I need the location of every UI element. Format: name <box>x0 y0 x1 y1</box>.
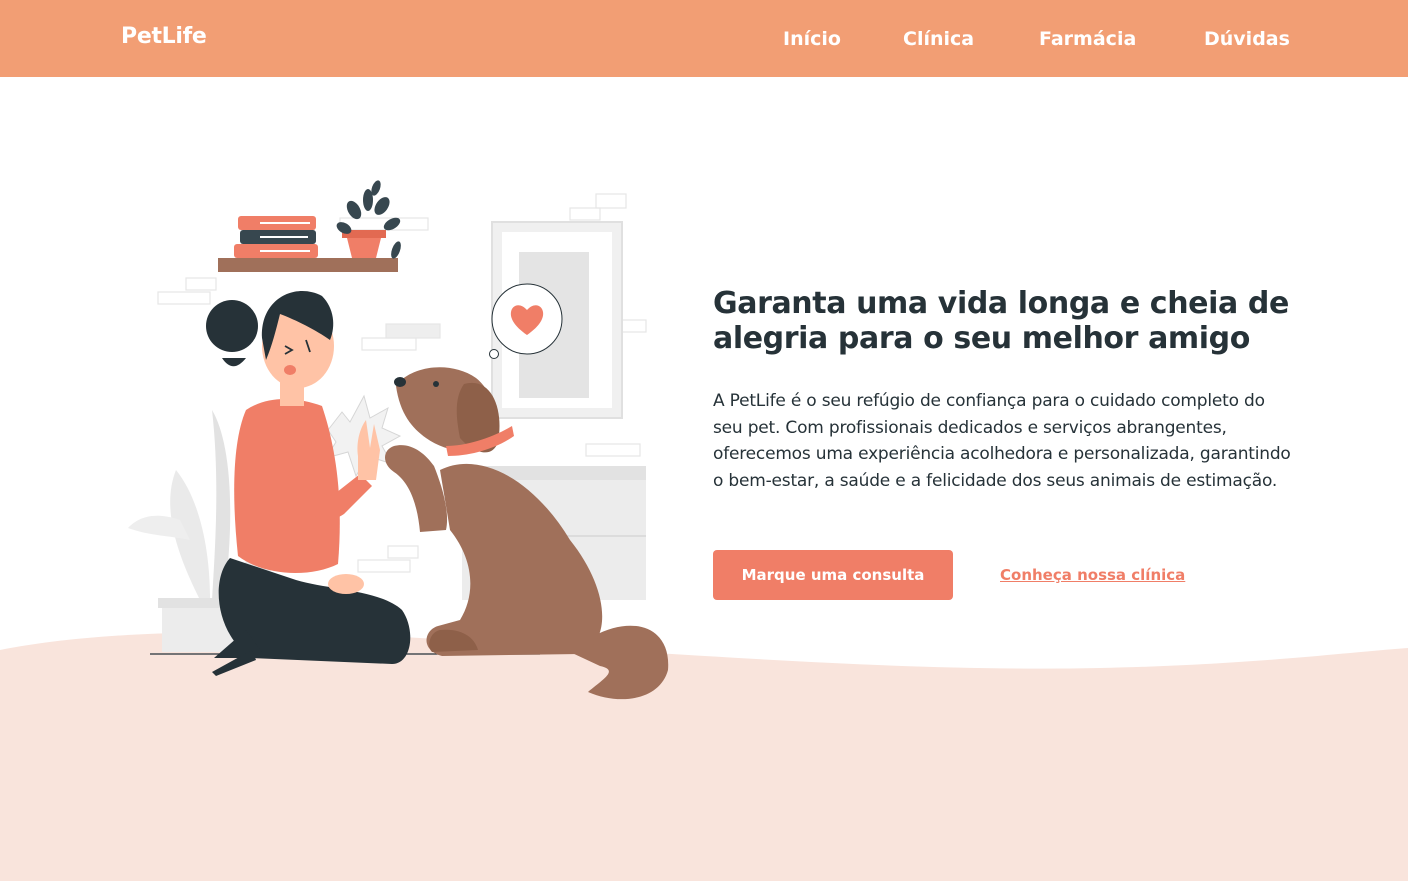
woman-figure <box>206 291 411 676</box>
know-clinic-link[interactable]: Conheça nossa clínica <box>1000 566 1185 584</box>
book-appointment-button[interactable]: Marque uma consulta <box>713 550 953 600</box>
nav-link-duvidas[interactable]: Dúvidas <box>1204 28 1290 50</box>
bookshelf <box>218 180 401 272</box>
logo[interactable]: PetLife <box>121 24 207 49</box>
top-navbar: PetLife Início Clínica Farmácia Dúvidas <box>0 0 1408 77</box>
hero-description: A PetLife é o seu refúgio de confiança p… <box>713 391 1291 491</box>
nav-link-farmacia[interactable]: Farmácia <box>1039 28 1136 50</box>
hero-title: Garanta uma vida longa e cheia de alegri… <box>713 286 1289 356</box>
nav-link-inicio[interactable]: Início <box>783 28 841 50</box>
hero-illustration <box>128 180 669 700</box>
nav-link-clinica[interactable]: Clínica <box>903 28 974 50</box>
